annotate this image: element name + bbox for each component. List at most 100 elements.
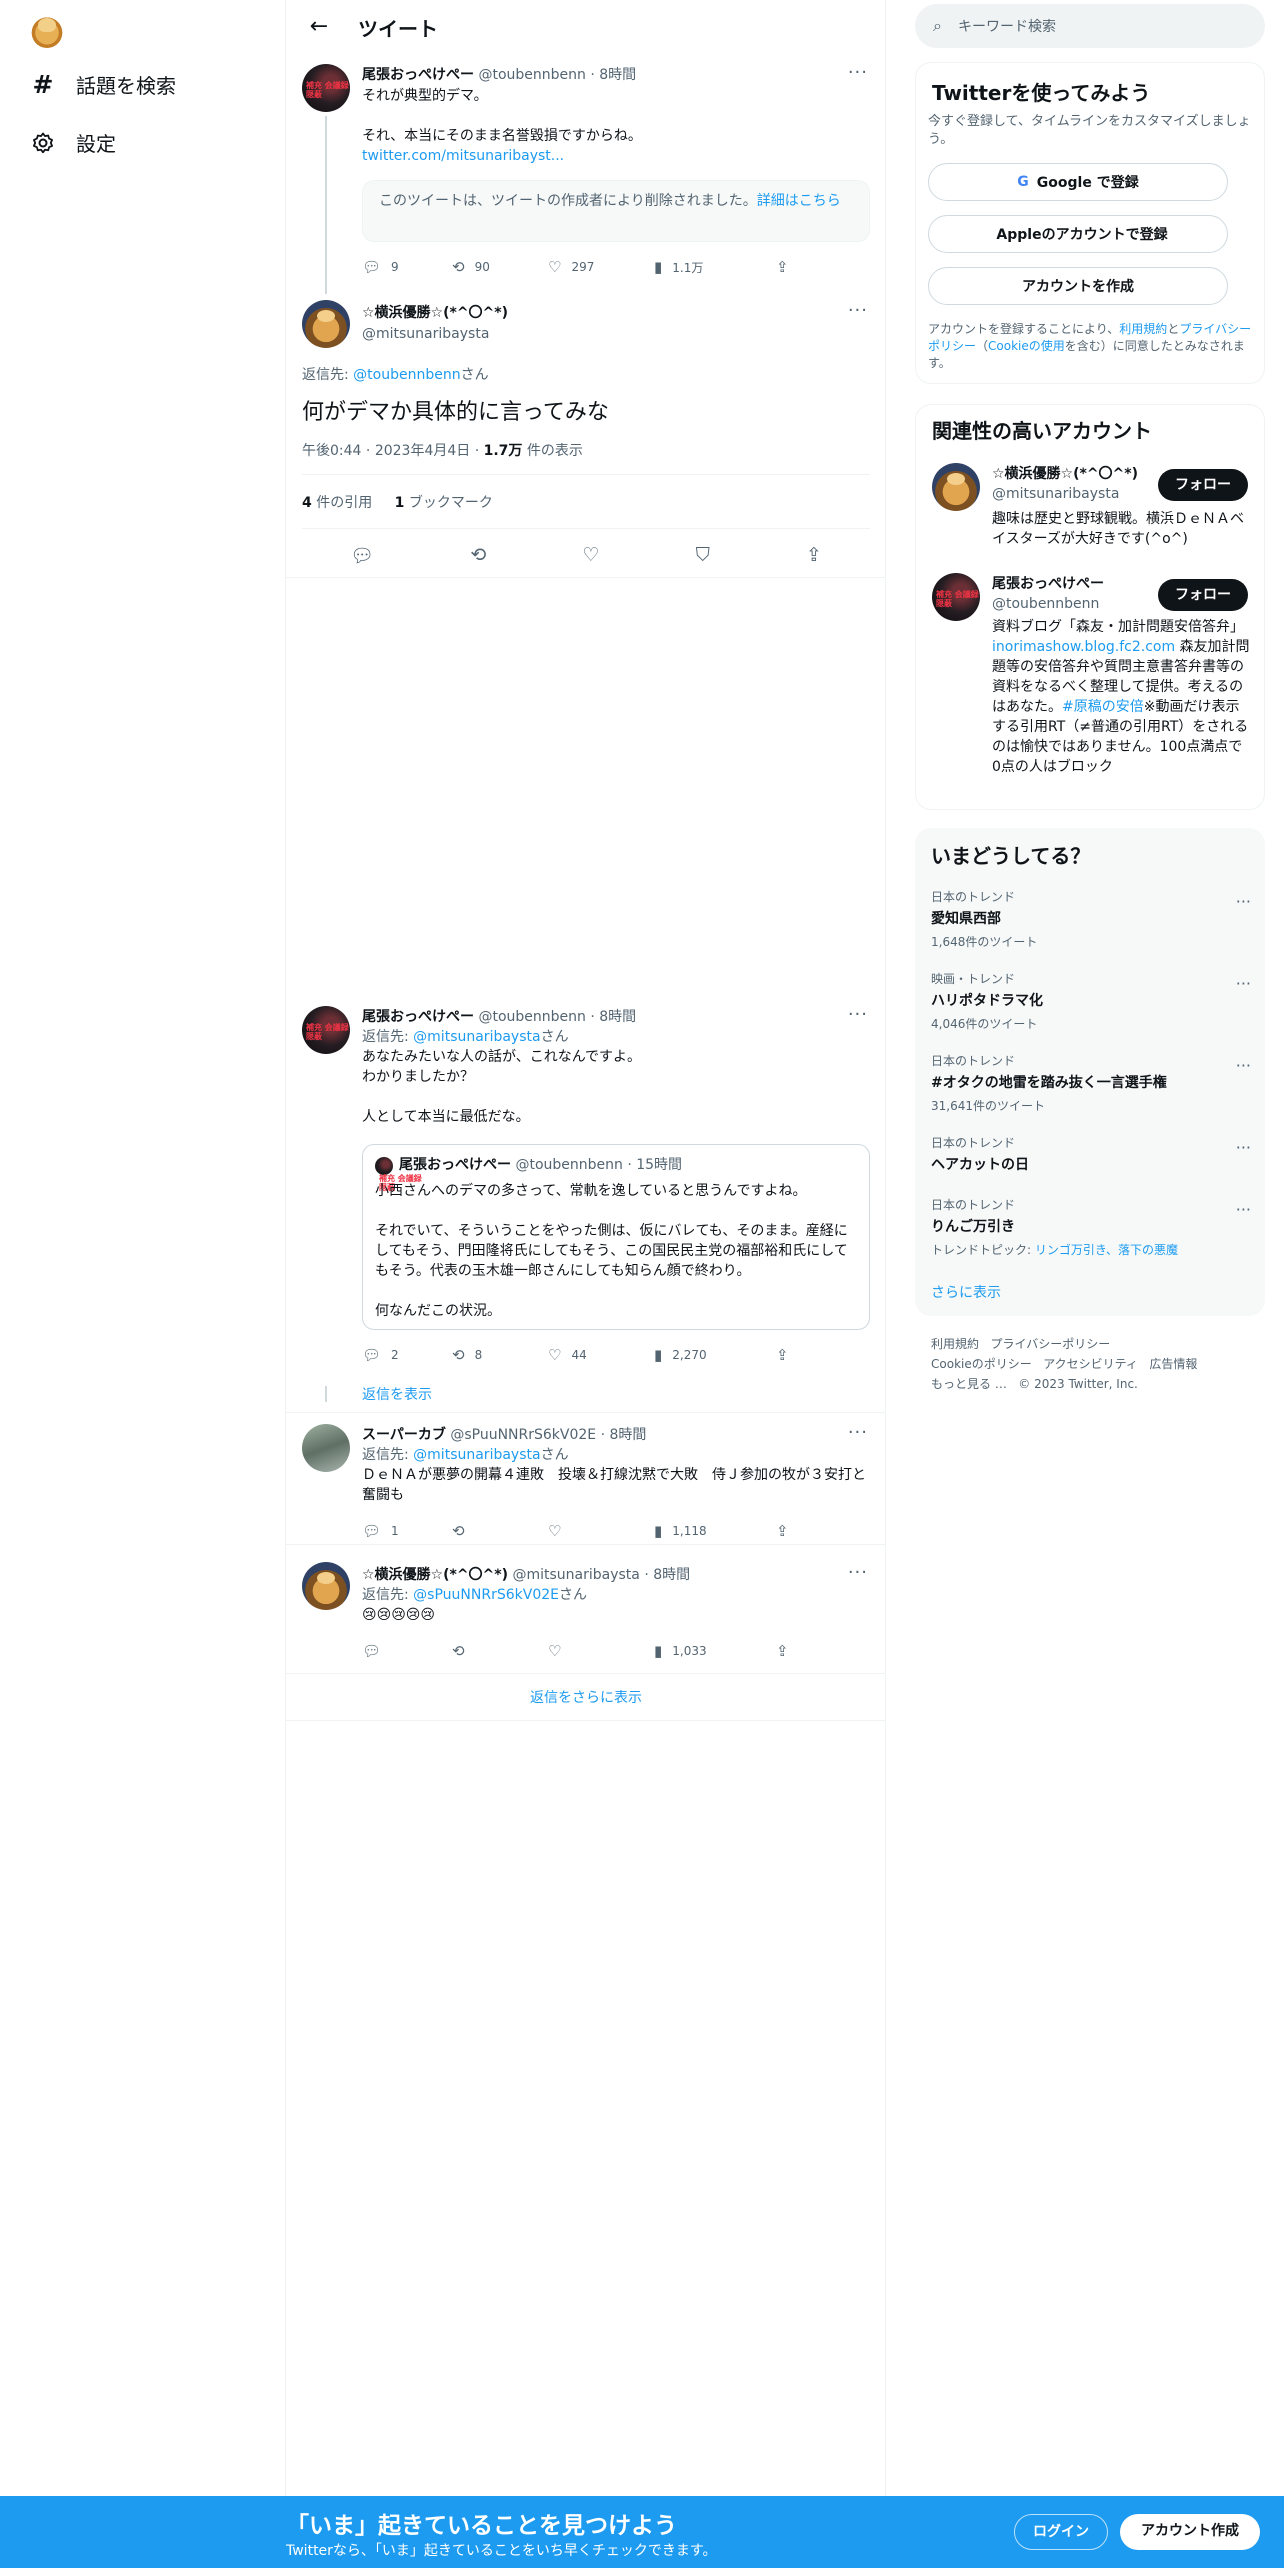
reply-icon[interactable]: 💬︎: [350, 544, 374, 567]
trend-item[interactable]: 日本のトレンド ヘアカットの日 ···: [931, 1134, 1251, 1174]
author-name[interactable]: ☆横浜優勝☆(*^〇^*): [362, 302, 508, 322]
author-handle[interactable]: @sPuuNNRrS6kV02E: [450, 1427, 596, 1443]
account-handle[interactable]: @toubennbenn: [992, 596, 1152, 612]
follow-button[interactable]: フォロー: [1158, 579, 1248, 611]
more-icon[interactable]: ···: [1236, 974, 1251, 993]
signup-button[interactable]: アカウント作成: [1120, 2514, 1260, 2550]
author-handle[interactable]: @mitsunaribaysta: [512, 1567, 639, 1583]
follow-button[interactable]: フォロー: [1158, 469, 1248, 501]
views-button[interactable]: ▮ 2,270: [654, 1346, 776, 1364]
heart-icon[interactable]: ♡: [582, 544, 599, 566]
reply-tweet[interactable]: ☆横浜優勝☆(*^〇^*) @mitsunaribaysta · 8時間 ···…: [286, 1546, 886, 1676]
reply-tweet[interactable]: スーパーカブ @sPuuNNRrS6kV02E · 8時間 ··· 返信先: @…: [286, 1414, 886, 1545]
more-icon[interactable]: ···: [848, 300, 868, 321]
author-name[interactable]: 尾張おっぺけぺー: [362, 67, 474, 83]
tweet-link[interactable]: twitter.com/mitsunaribayst...: [362, 146, 642, 166]
author-handle[interactable]: @toubennbenn: [478, 1009, 585, 1025]
like-button[interactable]: ♡ 297: [548, 258, 654, 276]
avatar[interactable]: [302, 1006, 350, 1054]
trend-item[interactable]: 日本のトレンド りんご万引き トレンドトピック: リンゴ万引き、落下の悪魔 ··…: [931, 1196, 1251, 1258]
share-button[interactable]: ⇪: [776, 258, 789, 276]
trend-item[interactable]: 日本のトレンド #オタクの地雷を踏み抜く一言選手権 31,641件のツイート ·…: [931, 1052, 1251, 1114]
quotes-link[interactable]: 4 件の引用: [302, 495, 372, 511]
share-button[interactable]: ⇪: [776, 1346, 789, 1364]
more-icon[interactable]: ···: [1236, 892, 1251, 911]
more-icon[interactable]: ···: [1236, 1138, 1251, 1157]
cookie-link[interactable]: Cookieの使用: [988, 339, 1065, 353]
retweet-button[interactable]: ⟲: [452, 1522, 548, 1540]
footer-accessibility-link[interactable]: アクセシビリティ: [1043, 1357, 1138, 1371]
reply-tweet[interactable]: 尾張おっぺけぺー @toubennbenn · 8時間 ··· 返信先: @mi…: [286, 996, 886, 1416]
parent-tweet[interactable]: 尾張おっぺけぺー @toubennbenn · 8時間 ··· それが典型的デマ…: [286, 54, 886, 294]
learn-more-link[interactable]: 詳細はこちら: [757, 193, 841, 209]
reply-to-link[interactable]: @mitsunaribaysta: [413, 1029, 540, 1045]
author-name[interactable]: ☆横浜優勝☆(*^〇^*): [362, 1567, 508, 1583]
retweet-button[interactable]: ⟲ 90: [452, 258, 548, 276]
views-button[interactable]: ▮ 1,033: [654, 1642, 776, 1660]
google-signup-button[interactable]: G Google で登録: [928, 163, 1228, 201]
more-icon[interactable]: ···: [848, 1562, 868, 1583]
bio-link[interactable]: inorimashow.blog.fc2.com: [992, 639, 1175, 655]
tweet-time[interactable]: 午後0:44: [302, 443, 361, 459]
login-button[interactable]: ログイン: [1014, 2514, 1108, 2550]
trend-topic-link[interactable]: リンゴ万引き、落下の悪魔: [1035, 1243, 1178, 1257]
reply-to-link[interactable]: @toubennbenn: [353, 367, 460, 383]
reply-button[interactable]: 💬︎: [362, 1642, 452, 1660]
bookmarks-link[interactable]: 1 ブックマーク: [395, 495, 493, 511]
trend-item[interactable]: 映画・トレンド ハリポタドラマ化 4,046件のツイート ···: [931, 970, 1251, 1032]
more-icon[interactable]: ···: [848, 62, 868, 83]
retweet-icon[interactable]: ⟲: [470, 544, 486, 566]
account-handle[interactable]: @mitsunaribaysta: [992, 486, 1152, 502]
footer-more-link[interactable]: もっと見る …: [931, 1377, 1007, 1391]
show-more-replies-link[interactable]: 返信をさらに表示: [286, 1676, 886, 1720]
avatar[interactable]: [302, 1562, 350, 1610]
reply-button[interactable]: 💬︎ 1: [362, 1522, 452, 1540]
footer-privacy-link[interactable]: プライバシーポリシー: [990, 1337, 1110, 1351]
back-arrow-icon[interactable]: ←: [304, 12, 334, 42]
views-button[interactable]: ▮ 1,118: [654, 1522, 776, 1540]
search-input[interactable]: ⌕ キーワード検索: [915, 4, 1265, 48]
share-button[interactable]: ⇪: [776, 1642, 789, 1660]
footer-terms-link[interactable]: 利用規約: [931, 1337, 979, 1351]
trend-item[interactable]: 日本のトレンド 愛知県西部 1,648件のツイート ···: [931, 888, 1251, 950]
reply-to-link[interactable]: @sPuuNNRrS6kV02E: [413, 1587, 559, 1603]
share-icon[interactable]: ⇪: [806, 544, 822, 566]
reply-button[interactable]: 💬︎ 9: [362, 258, 452, 276]
retweet-button[interactable]: ⟲: [452, 1642, 548, 1660]
trends-show-more-link[interactable]: さらに表示: [931, 1282, 1001, 1302]
apple-signup-button[interactable]: Appleのアカウントで登録: [928, 215, 1228, 253]
more-icon[interactable]: ···: [1236, 1056, 1251, 1075]
tweet-time[interactable]: 8時間: [599, 1009, 636, 1025]
nav-settings[interactable]: 設定: [30, 128, 116, 157]
account-name[interactable]: 尾張おっぺけぺー: [992, 573, 1152, 593]
reply-button[interactable]: 💬︎ 2: [362, 1346, 452, 1364]
author-name[interactable]: スーパーカブ: [362, 1427, 446, 1443]
avatar[interactable]: [932, 463, 980, 511]
tweet-date[interactable]: 2023年4月4日: [375, 443, 470, 459]
show-replies-link[interactable]: 返信を表示: [362, 1384, 432, 1404]
footer-cookie-link[interactable]: Cookieのポリシー: [931, 1357, 1032, 1371]
more-icon[interactable]: ···: [1236, 1200, 1251, 1219]
avatar[interactable]: [932, 573, 980, 621]
footer-ads-link[interactable]: 広告情報: [1149, 1357, 1197, 1371]
account-name[interactable]: ☆横浜優勝☆(*^〇^*): [992, 463, 1152, 483]
like-button[interactable]: ♡: [548, 1642, 654, 1660]
site-logo-icon[interactable]: [30, 14, 64, 48]
more-icon[interactable]: ···: [848, 1422, 868, 1443]
avatar[interactable]: [302, 1424, 350, 1472]
like-button[interactable]: ♡ 44: [548, 1346, 654, 1364]
author-name[interactable]: 尾張おっぺけぺー: [362, 1009, 474, 1025]
avatar[interactable]: [302, 300, 350, 348]
author-handle[interactable]: @mitsunaribaysta: [362, 326, 508, 342]
tweet-time[interactable]: 8時間: [653, 1567, 690, 1583]
views-button[interactable]: ▮ 1.1万: [654, 258, 776, 276]
nav-explore[interactable]: # 話題を検索: [30, 70, 176, 99]
like-button[interactable]: ♡: [548, 1522, 654, 1540]
tweet-time[interactable]: 8時間: [599, 67, 636, 83]
terms-link[interactable]: 利用規約: [1119, 322, 1167, 336]
bio-hashtag[interactable]: #原稿の安倍: [1062, 699, 1144, 715]
tweet-time[interactable]: 8時間: [610, 1427, 647, 1443]
reply-to-link[interactable]: @mitsunaribaysta: [413, 1447, 540, 1463]
author-handle[interactable]: @toubennbenn: [478, 67, 585, 83]
retweet-button[interactable]: ⟲ 8: [452, 1346, 548, 1364]
